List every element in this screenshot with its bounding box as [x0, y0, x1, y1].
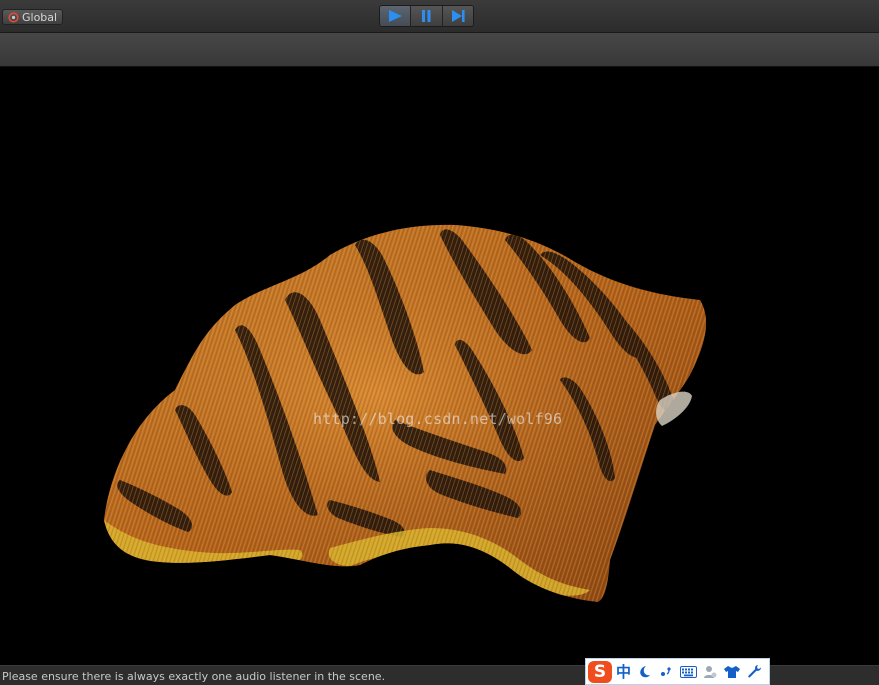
punctuation-icon[interactable]	[657, 663, 675, 681]
tiger-fur-render	[104, 224, 707, 602]
watermark-text: http://blog.csdn.net/wolf96	[313, 410, 563, 428]
global-button-label: Global	[22, 10, 58, 24]
wrench-icon[interactable]	[745, 663, 763, 681]
user-icon[interactable]	[701, 663, 719, 681]
play-button[interactable]	[380, 6, 412, 26]
pause-button[interactable]	[411, 6, 443, 26]
globe-icon	[8, 11, 19, 23]
chinese-mode-icon[interactable]: 中	[616, 661, 631, 682]
step-button[interactable]	[442, 6, 473, 26]
game-view-header	[0, 33, 879, 67]
ime-toolbar: S 中	[585, 658, 770, 685]
play-icon	[389, 10, 403, 22]
pivot-rotation-global-button[interactable]: Global	[2, 9, 63, 25]
sogou-logo-icon[interactable]: S	[588, 660, 612, 683]
pause-icon	[422, 10, 431, 22]
status-message[interactable]: Please ensure there is always exactly on…	[2, 670, 385, 683]
keyboard-icon[interactable]	[679, 663, 697, 681]
playback-controls	[379, 5, 474, 27]
step-icon	[451, 10, 465, 22]
toolbar: Global	[0, 0, 879, 33]
skin-shirt-icon[interactable]	[723, 663, 741, 681]
game-viewport[interactable]: http://blog.csdn.net/wolf96	[0, 67, 879, 665]
moon-icon[interactable]	[635, 663, 653, 681]
